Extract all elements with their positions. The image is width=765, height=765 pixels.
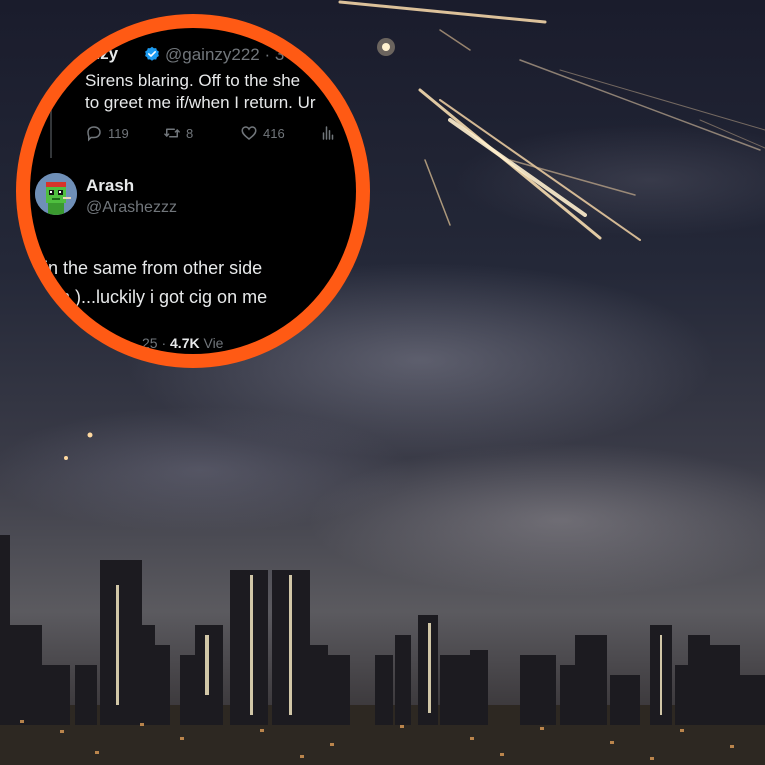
reply-author-name[interactable]: Arash [86,176,134,196]
reply-icon [87,126,101,142]
parent-tweet-text: Sirens blaring. Off to the she to greet … [85,70,316,114]
reply-button[interactable]: 119 [85,124,129,142]
parent-tweet-handle[interactable]: @gainzy222 · 3 [165,45,284,65]
city-skyline [0,535,765,765]
analytics-icon [322,126,334,140]
parent-tweet-author-name[interactable]: inzy [85,44,118,64]
retweet-count: 8 [186,125,194,141]
retweet-button[interactable]: 8 [163,124,193,142]
reply-tweet-meta: 25 · 4.7K Vie [142,335,223,351]
reply-author-handle[interactable]: @Arashezzz [86,199,177,217]
reply-author-avatar[interactable] [35,173,77,215]
verified-badge-icon [145,46,159,61]
retweet-icon [164,128,180,138]
pixel-avatar-icon [35,173,77,215]
reply-views-count: 4.7K [170,335,200,351]
parent-tweet-line-1: Sirens blaring. Off to the she [85,71,301,90]
reply-tweet-line-2: ran )...luckily i got cig on me [44,287,268,307]
reply-tweet-date: 25 · [142,335,171,351]
tweet-screenshot-circle: inzy @gainzy222 · 3 Sirens blaring. Off … [30,28,356,354]
reply-count: 119 [108,125,129,141]
like-count: 416 [263,125,285,141]
thread-connector-line [50,28,52,158]
reply-tweet-line-1: in the same from other side [44,258,263,278]
analytics-button[interactable] [319,124,337,142]
parent-tweet-line-2: to greet me if/when I return. Ur [85,93,316,112]
reply-tweet-text: in the same from other side ran )...luck… [44,254,267,312]
like-button[interactable]: 416 [240,124,285,142]
like-icon [241,126,257,140]
reply-views-label: Vie [199,335,224,351]
